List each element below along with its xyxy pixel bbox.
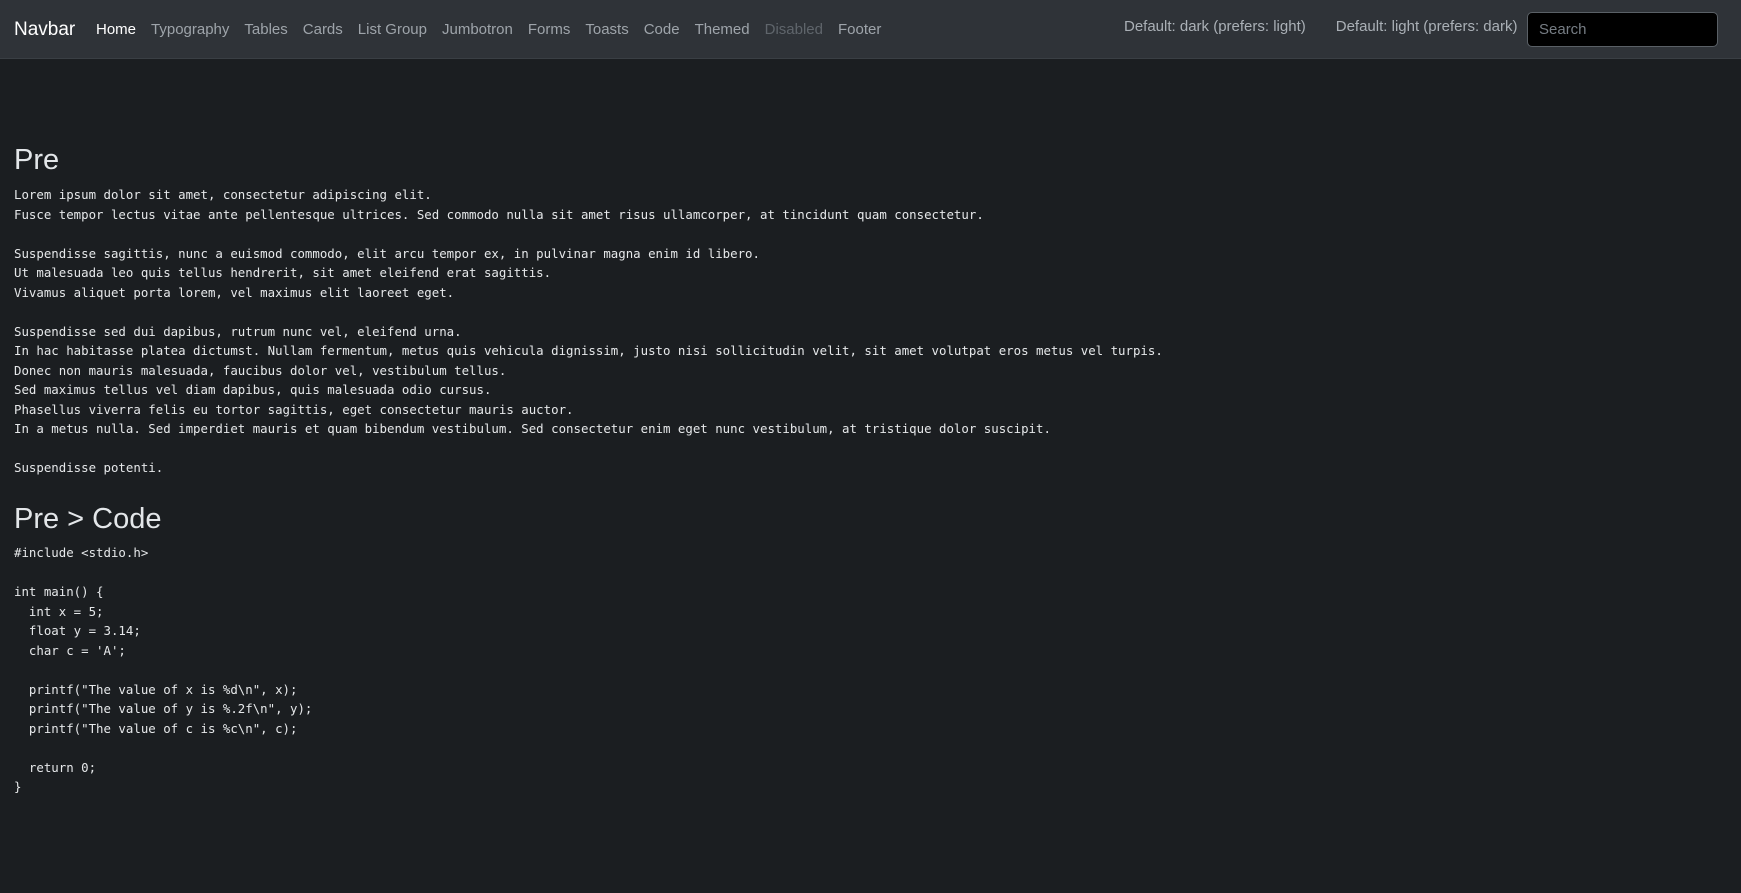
pre-text-block: Lorem ipsum dolor sit amet, consectetur … — [14, 187, 1163, 475]
pre-code-heading: Pre > Code — [14, 503, 162, 535]
nav-link-typography[interactable]: Typography — [151, 19, 229, 41]
theme-link-default-light[interactable]: Default: light (prefers: dark) — [1336, 16, 1518, 38]
nav-link-themed[interactable]: Themed — [695, 19, 750, 41]
nav-link-forms[interactable]: Forms — [528, 19, 571, 41]
nav-link-list-group[interactable]: List Group — [358, 19, 427, 41]
nav-link-footer[interactable]: Footer — [838, 19, 881, 41]
nav-link-toasts[interactable]: Toasts — [585, 19, 628, 41]
theme-link-default-dark[interactable]: Default: dark (prefers: light) — [1124, 16, 1306, 38]
nav-links: Home Typography Tables Cards List Group … — [96, 19, 881, 41]
code-block: #include <stdio.h> int main() { int x = … — [14, 543, 312, 797]
search-input[interactable] — [1527, 12, 1718, 47]
nav-link-code[interactable]: Code — [644, 19, 680, 41]
nav-link-home[interactable]: Home — [96, 19, 136, 41]
navbar: Navbar Home Typography Tables Cards List… — [0, 0, 1741, 59]
nav-link-jumbotron[interactable]: Jumbotron — [442, 19, 513, 41]
nav-link-tables[interactable]: Tables — [244, 19, 287, 41]
theme-links: Default: dark (prefers: light) Default: … — [1124, 16, 1518, 38]
code-text: #include <stdio.h> int main() { int x = … — [14, 545, 313, 794]
nav-link-cards[interactable]: Cards — [303, 19, 343, 41]
nav-link-disabled: Disabled — [764, 21, 823, 38]
navbar-brand[interactable]: Navbar — [14, 17, 75, 43]
pre-heading: Pre — [14, 144, 60, 176]
